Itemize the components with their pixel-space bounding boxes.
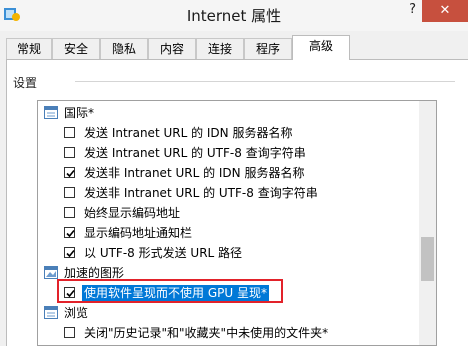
category-label: 国际* — [64, 106, 95, 120]
option-label: 发送非 Intranet URL 的 IDN 服务器名称 — [84, 166, 305, 180]
checkbox[interactable] — [64, 127, 75, 138]
graphics-category-icon — [44, 266, 58, 279]
option-label: 显示编码地址通知栏 — [84, 226, 193, 240]
settings-category-icon — [44, 306, 58, 319]
vertical-scrollbar[interactable] — [419, 101, 436, 345]
help-button[interactable]: ? — [409, 2, 416, 17]
group-divider — [75, 81, 455, 82]
settings-category-icon — [44, 106, 58, 119]
checkmark-icon — [66, 169, 75, 178]
checkmark-icon — [66, 229, 75, 238]
scrollbar-thumb[interactable] — [421, 237, 434, 281]
option-label: 以 UTF-8 形式发送 URL 路径 — [84, 246, 243, 260]
option-label: 关闭"历史记录"和"收藏夹"中未使用的文件夹* — [84, 326, 329, 340]
checkbox[interactable] — [64, 147, 75, 158]
option-label: 发送非 Intranet URL 的 UTF-8 查询字符串 — [84, 186, 318, 200]
window-title: Internet 属性 — [186, 7, 282, 25]
tab-programs[interactable]: 程序 — [244, 38, 292, 59]
tab-content[interactable]: 内容 — [148, 38, 196, 59]
tab-advanced[interactable]: 高级 — [292, 35, 350, 60]
tab-privacy[interactable]: 隐私 — [100, 38, 148, 59]
annotation-highlight-box — [57, 279, 283, 303]
checkbox[interactable] — [64, 207, 75, 218]
checkbox[interactable] — [64, 327, 75, 338]
tab-connections[interactable]: 连接 — [196, 38, 244, 59]
settings-group-label: 设置 — [13, 76, 38, 90]
checkbox-checked[interactable] — [64, 227, 75, 238]
tab-security[interactable]: 安全 — [52, 38, 100, 59]
checkmark-icon — [66, 249, 75, 258]
checkbox-checked[interactable] — [64, 167, 75, 178]
checkbox[interactable] — [64, 187, 75, 198]
tab-general[interactable]: 常规 — [6, 38, 52, 59]
checkbox-checked[interactable] — [64, 247, 75, 258]
close-button[interactable]: ✕ — [422, 0, 468, 22]
title-bar: Internet 属性 ? ✕ — [0, 0, 468, 31]
category-label: 浏览 — [64, 306, 89, 320]
option-label: 发送 Intranet URL 的 IDN 服务器名称 — [84, 126, 293, 140]
option-label: 发送 Intranet URL 的 UTF-8 查询字符串 — [84, 146, 306, 160]
option-label: 始终显示编码地址 — [84, 206, 181, 220]
settings-tree-list[interactable]: 国际* 发送 Intranet URL 的 IDN 服务器名称 发送 Intra… — [37, 100, 437, 346]
